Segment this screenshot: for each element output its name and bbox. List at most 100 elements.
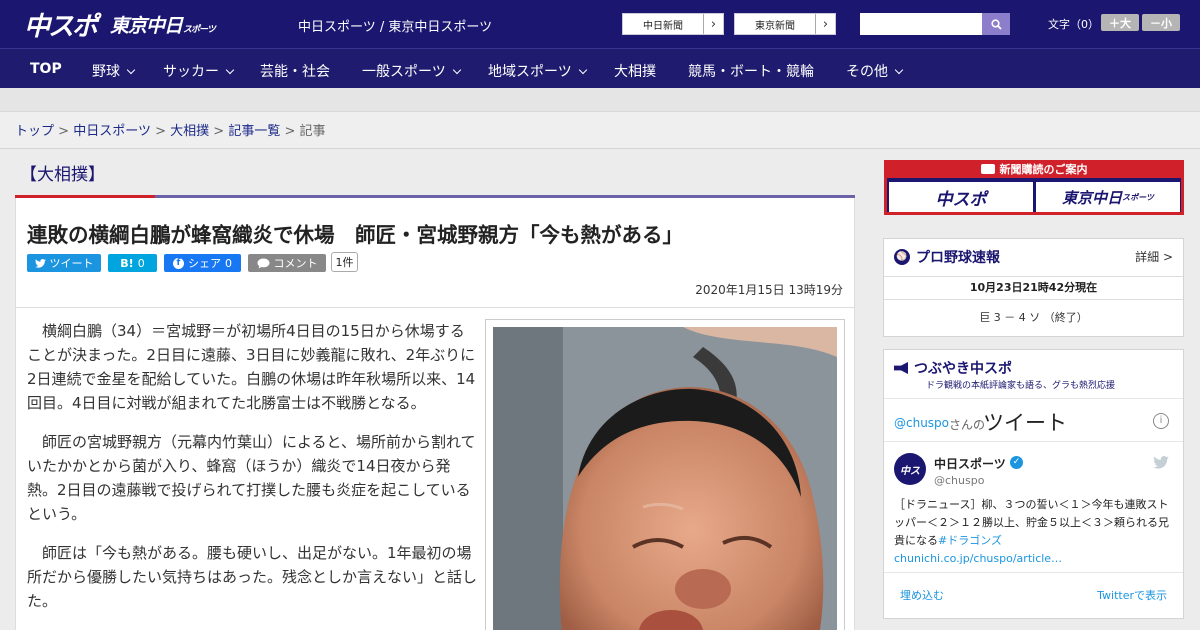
font-smaller-button[interactable]: －小 [1142, 14, 1180, 31]
sumo-face-photo [493, 327, 837, 630]
comment-label: コメント [273, 257, 318, 270]
tweet-hashtag[interactable]: #ドラゴンズ [938, 534, 1002, 547]
nav-label: 一般スポーツ [362, 64, 446, 80]
baseball-widget-title: ⚾ プロ野球速報 [894, 247, 1000, 267]
tweet-footer-divider [884, 572, 1183, 573]
nav-item-top[interactable]: TOP [30, 61, 62, 77]
breadcrumb-sep: > [155, 124, 166, 139]
nav-label: 地域スポーツ [488, 64, 572, 80]
nav-item-entertainment[interactable]: 芸能・社会 [260, 61, 330, 81]
baseball-icon: ⚾ [894, 249, 910, 265]
breadcrumb-sep: > [284, 124, 296, 139]
chevron-down-icon [894, 65, 904, 75]
site-links[interactable]: 中日スポーツ / 東京中日スポーツ [298, 16, 492, 35]
chevron-down-icon [225, 65, 235, 75]
timeline-header: @chuspo さんの ツイート i [884, 398, 1183, 442]
chevron-right-icon: › [703, 14, 723, 34]
tweet-link[interactable]: chunichi.co.jp/chuspo/article… [894, 552, 1062, 565]
article-category: 【大相撲】 [20, 165, 105, 185]
comment-button[interactable]: コメント [248, 254, 326, 272]
facebook-share-count: 0 [225, 256, 232, 270]
ad-gap [0, 88, 1200, 112]
tweet-user-name[interactable]: 中日スポーツ [934, 455, 1006, 472]
verified-badge-icon: ✓ [1010, 456, 1023, 469]
nav-label: 芸能・社会 [260, 64, 330, 80]
nav-item-local-sports[interactable]: 地域スポーツ [488, 61, 587, 81]
tokyo-shimbun-button[interactable]: 東京新聞 › [734, 13, 836, 35]
breadcrumb-link[interactable]: トップ [15, 124, 54, 139]
search-button[interactable] [982, 13, 1010, 35]
twitter-bird-icon [34, 258, 46, 268]
breadcrumb: トップ > 中日スポーツ > 大相撲 > 記事一覧 > 記事 [0, 112, 1200, 149]
hatena-bookmark-button[interactable]: B! 0 [108, 254, 157, 272]
promo-tokyo-button[interactable]: 東京中日 スポーツ [1036, 182, 1180, 212]
baseball-more-link[interactable]: 詳細 > [1135, 248, 1173, 265]
nav-label: 大相撲 [614, 64, 656, 80]
facebook-share-button[interactable]: f シェア 0 [164, 254, 241, 272]
tweet-text: ［ドラニュース］柳、３つの誓い＜１＞今年も連敗ストッパー＜２＞１２勝以上、貯金５… [894, 496, 1176, 568]
tweet-button[interactable]: ツイート [27, 254, 101, 272]
chevron-right-icon: › [815, 14, 835, 34]
main-nav: TOP 野球 サッカー 芸能・社会 一般スポーツ 地域スポーツ 大相撲 競馬・ボ… [0, 48, 1200, 88]
baseball-score-row[interactable]: 巨 3 － 4 ソ （終了） [884, 309, 1183, 325]
nav-label: その他 [846, 64, 888, 80]
nav-item-baseball[interactable]: 野球 [92, 61, 136, 81]
search-input[interactable] [860, 13, 982, 35]
chevron-down-icon [452, 65, 461, 75]
nav-item-general-sports[interactable]: 一般スポーツ [362, 61, 461, 81]
nav-item-other[interactable]: その他 [846, 61, 904, 81]
nav-item-sumo[interactable]: 大相撲 [614, 61, 656, 81]
tweet-label: ツイート [49, 257, 94, 270]
subscription-promo[interactable]: 新聞購読のご案内 中スポ 東京中日 スポーツ [884, 160, 1184, 215]
article-card: 連敗の横綱白鵬が蜂窩織炎で休場 師匠・宮城野親方「今も熱がある」 ツイート B!… [15, 198, 855, 630]
info-icon[interactable]: i [1153, 413, 1169, 429]
chunichi-shimbun-button[interactable]: 中日新聞 › [622, 13, 724, 35]
tweets-title-text: つぶやき中スポ [914, 361, 1012, 377]
tokyo-shimbun-label: 東京新聞 [755, 20, 795, 32]
baseball-updated: 10月23日21時42分現在 [884, 276, 1183, 300]
hatena-count: 0 [137, 256, 145, 270]
search-box [860, 13, 1010, 35]
timeline-tweets-word: ツイート [983, 411, 1067, 435]
site-header: 中スポ 東京中日スポーツ 中日スポーツ / 東京中日スポーツ 中日新聞 › 東京… [0, 0, 1200, 48]
tweets-subtitle: ドラ観戦の本紙評論家も語る、グラも熱烈応援 [926, 381, 1116, 391]
nav-item-soccer[interactable]: サッカー [163, 61, 235, 81]
nav-label: 野球 [92, 64, 120, 80]
promo-tokyo-small: スポーツ [1122, 192, 1154, 202]
breadcrumb-link[interactable]: 中日スポーツ [73, 124, 151, 139]
font-larger-button[interactable]: ＋大 [1101, 14, 1139, 31]
promo-header: 新聞購読のご案内 [884, 160, 1184, 178]
search-icon [990, 18, 1002, 30]
embed-link[interactable]: 埋め込む [900, 587, 944, 603]
tweet-user-handle[interactable]: @chuspo [934, 474, 984, 487]
tweet-body: ［ドラニュース］柳、３つの誓い＜１＞今年も連敗ストッパー＜２＞１２勝以上、貯金５… [894, 498, 1169, 547]
breadcrumb-link[interactable]: 大相撲 [170, 124, 209, 139]
promo-header-text: 新聞購読のご案内 [999, 163, 1088, 176]
comment-count[interactable]: 1件 [331, 252, 358, 272]
nav-label: 競馬・ボート・競輪 [688, 64, 814, 80]
tokyo-chunichi-logo[interactable]: 東京中日スポーツ [110, 11, 216, 38]
speech-bubble-icon [257, 258, 269, 268]
article-photo[interactable] [493, 327, 837, 630]
article-paragraph: 師匠の宮城野親方（元幕内竹葉山）によると、場所前から割れていたかかとから菌が入り… [27, 433, 476, 523]
chuspo-logo[interactable]: 中スポ [24, 6, 98, 43]
timeline-handle[interactable]: @chuspo [894, 416, 949, 430]
article-paragraph: 横綱白鵬（34）＝宮城野＝が初場所4日目の15日から休場することが決まった。2日… [27, 322, 476, 412]
nav-item-racing[interactable]: 競馬・ボート・競輪 [688, 61, 814, 81]
tweets-widget-title: つぶやき中スポ [894, 358, 1012, 378]
newspaper-icon [980, 164, 995, 174]
tweet-avatar[interactable]: 中ス [894, 453, 926, 485]
baseball-title-text: プロ野球速報 [916, 250, 1000, 266]
promo-tokyo-text: 東京中日 [1062, 188, 1123, 207]
font-size-label: 文字（0） [1048, 18, 1099, 31]
header-divider [16, 307, 854, 308]
breadcrumb-link[interactable]: 記事一覧 [228, 124, 280, 139]
article-title: 連敗の横綱白鵬が蜂窩織炎で休場 師匠・宮城野親方「今も熱がある」 [27, 223, 683, 247]
article-body: 横綱白鵬（34）＝宮城野＝が初場所4日目の15日から休場することが決まった。2日… [27, 319, 477, 628]
timeline-handle-suffix: さんの [949, 418, 986, 432]
view-on-twitter-link[interactable]: Twitterで表示 [1097, 587, 1167, 603]
breadcrumb-current: 記事 [299, 124, 326, 139]
twitter-bird-icon [1153, 456, 1169, 469]
promo-chuspo-button[interactable]: 中スポ [889, 182, 1033, 212]
publish-date: 2020年1月15日 13時19分 [695, 283, 843, 297]
